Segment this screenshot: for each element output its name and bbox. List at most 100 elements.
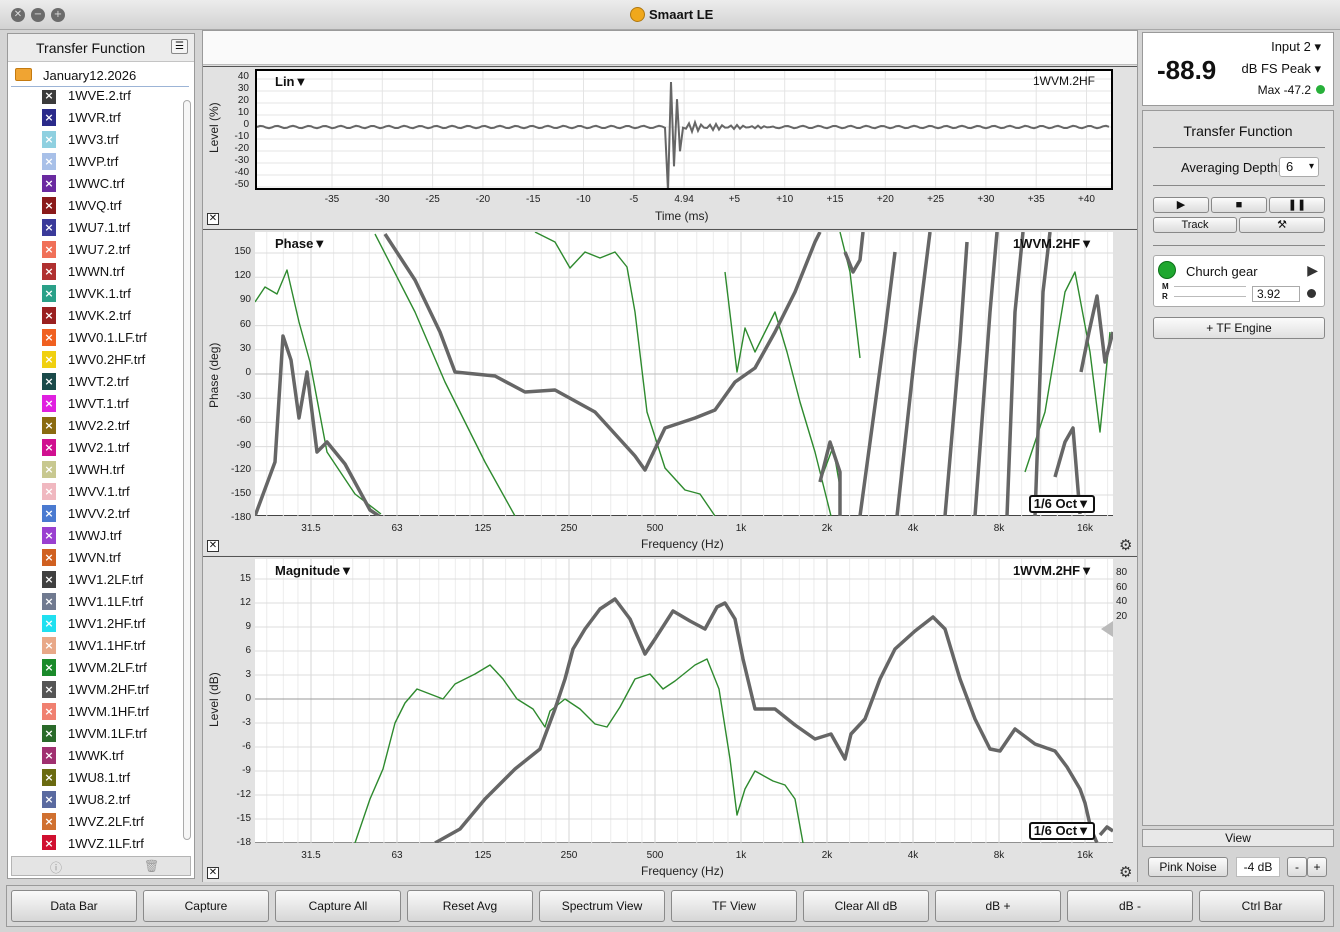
file-item[interactable]: × 1WV1.1HF.trf xyxy=(42,635,180,657)
averaging-select[interactable]: 6 ▾ xyxy=(1279,157,1319,177)
phase-trace-selector[interactable]: 1WVM.2HF▼ xyxy=(1013,236,1093,251)
generator-minus-button[interactable]: - xyxy=(1287,857,1307,877)
phase-plot[interactable]: Phase▼ 1WVM.2HF▼ 1/6 Oct▼ xyxy=(255,232,1113,516)
magnitude-title-selector[interactable]: Magnitude▼ xyxy=(275,563,353,578)
file-item[interactable]: × 1WV1.2LF.trf xyxy=(42,569,180,591)
file-item[interactable]: × 1WVK.2.trf xyxy=(42,305,180,327)
magnitude-smoothing-selector[interactable]: 1/6 Oct▼ xyxy=(1028,822,1095,840)
close-window-button[interactable]: ✕ xyxy=(11,8,25,22)
impulse-plot[interactable]: Lin▼ 1WVM.2HF xyxy=(255,69,1113,190)
file-item[interactable]: × 1WVQ.trf xyxy=(42,195,180,217)
file-item[interactable]: × 1WV0.1.LF.trf xyxy=(42,327,180,349)
pause-button[interactable]: ❚❚ xyxy=(1269,197,1325,213)
file-item[interactable]: × 1WWH.trf xyxy=(42,459,180,481)
impulse-y-tick: 40 xyxy=(237,71,249,82)
file-item[interactable]: × 1WU7.1.trf xyxy=(42,217,180,239)
command-button[interactable]: dB + xyxy=(935,890,1061,922)
file-item[interactable]: × 1WWJ.trf xyxy=(42,525,180,547)
file-item[interactable]: × 1WVZ.1LF.trf xyxy=(42,833,180,850)
file-item[interactable]: × 1WVV.1.trf xyxy=(42,481,180,503)
magnitude-plot[interactable]: Magnitude▼ 1WVM.2HF▼ 1/6 Oct▼ xyxy=(255,559,1113,843)
file-item[interactable]: × 1WVV.2.trf xyxy=(42,503,180,525)
file-item[interactable]: × 1WV2.1.trf xyxy=(42,437,180,459)
file-item[interactable]: × 1WVT.1.trf xyxy=(42,393,180,415)
magnitude-trace-name: 1WVM.2HF xyxy=(1012,563,1081,578)
file-item[interactable]: × 1WV0.2HF.trf xyxy=(42,349,180,371)
command-button[interactable]: Clear All dB xyxy=(803,890,929,922)
zoom-window-button[interactable]: + xyxy=(51,8,65,22)
file-item[interactable]: × 1WU8.1.trf xyxy=(42,767,180,789)
file-label: 1WWK.trf xyxy=(68,748,124,763)
file-item[interactable]: × 1WWC.trf xyxy=(42,173,180,195)
file-item[interactable]: × 1WV2.2.trf xyxy=(42,415,180,437)
info-icon[interactable]: ⓘ xyxy=(50,859,62,876)
close-magnitude-icon[interactable]: ✕ xyxy=(207,867,219,879)
file-item[interactable]: × 1WV3.trf xyxy=(42,129,180,151)
measurement-card[interactable]: Church gear ▶ M R 3.92 xyxy=(1153,255,1325,307)
trf-file-icon: × xyxy=(42,197,56,214)
file-item[interactable]: × 1WV1.1LF.trf xyxy=(42,591,180,613)
command-button[interactable]: dB - xyxy=(1067,890,1193,922)
magnitude-x-tick: 4k xyxy=(907,850,919,861)
file-item[interactable]: × 1WWN.trf xyxy=(42,261,180,283)
meter-unit-selector[interactable]: dB FS Peak ▾ xyxy=(1241,61,1321,77)
file-item[interactable]: × 1WVN.trf xyxy=(42,547,180,569)
magnitude-settings-gear-icon[interactable]: ⚙ xyxy=(1119,863,1132,881)
magnitude-y-tick: 15 xyxy=(239,573,251,584)
file-item[interactable]: × 1WVT.2.trf xyxy=(42,371,180,393)
play-button[interactable]: ▶ xyxy=(1153,197,1209,213)
phase-trace-name: 1WVM.2HF xyxy=(1012,236,1081,251)
coherence-handle-icon[interactable] xyxy=(1101,621,1113,637)
file-item[interactable]: × 1WV1.2HF.trf xyxy=(42,613,180,635)
measurement-on-icon[interactable] xyxy=(1158,261,1176,279)
magnitude-x-tick: 16k xyxy=(1076,850,1094,861)
file-item[interactable]: × 1WVM.2HF.trf xyxy=(42,679,180,701)
command-button[interactable]: Capture xyxy=(143,890,269,922)
track-button[interactable]: Track xyxy=(1153,217,1237,233)
impulse-x-tick: -20 xyxy=(475,194,491,205)
file-item[interactable]: × 1WVM.1HF.trf xyxy=(42,701,180,723)
phase-smoothing-selector[interactable]: 1/6 Oct▼ xyxy=(1028,495,1095,513)
file-label: 1WV2.2.trf xyxy=(68,418,130,433)
delay-finder-icon[interactable] xyxy=(1307,289,1316,298)
command-button[interactable]: Capture All xyxy=(275,890,401,922)
file-item[interactable]: × 1WVE.2.trf xyxy=(42,90,180,107)
scrollbar[interactable] xyxy=(182,90,192,850)
close-phase-icon[interactable]: ✕ xyxy=(207,540,219,552)
file-item[interactable]: × 1WVM.2LF.trf xyxy=(42,657,180,679)
delay-input[interactable]: 3.92 xyxy=(1252,286,1300,302)
file-label: 1WU8.1.trf xyxy=(68,770,131,785)
file-item[interactable]: × 1WU8.2.trf xyxy=(42,789,180,811)
magnitude-trace-selector[interactable]: 1WVM.2HF▼ xyxy=(1013,563,1093,578)
file-item[interactable]: × 1WVM.1LF.trf xyxy=(42,723,180,745)
list-menu-icon[interactable]: ☰ xyxy=(171,39,188,54)
file-item[interactable]: × 1WU7.2.trf xyxy=(42,239,180,261)
command-button[interactable]: Ctrl Bar xyxy=(1199,890,1325,922)
add-tf-engine-button[interactable]: + TF Engine xyxy=(1153,317,1325,339)
phase-title-selector[interactable]: Phase▼ xyxy=(275,236,326,251)
trash-icon[interactable]: 🗑 xyxy=(144,859,159,873)
generator-plus-button[interactable]: + xyxy=(1307,857,1327,877)
command-button[interactable]: Data Bar xyxy=(11,890,137,922)
folder-row[interactable]: January12.2026 xyxy=(11,65,189,87)
command-button[interactable]: Reset Avg xyxy=(407,890,533,922)
view-button[interactable]: View xyxy=(1142,829,1334,847)
minimize-window-button[interactable]: − xyxy=(31,8,45,22)
phase-settings-gear-icon[interactable]: ⚙ xyxy=(1119,536,1132,554)
file-item[interactable]: × 1WVK.1.trf xyxy=(42,283,180,305)
file-item[interactable]: × 1WVR.trf xyxy=(42,107,180,129)
tools-button[interactable]: ⚒ xyxy=(1239,217,1325,233)
command-button[interactable]: Spectrum View xyxy=(539,890,665,922)
close-impulse-icon[interactable]: ✕ xyxy=(207,213,219,225)
app-title-text: Smaart LE xyxy=(649,7,714,22)
input-selector[interactable]: Input 2 ▾ xyxy=(1271,39,1321,55)
measurement-play-icon[interactable]: ▶ xyxy=(1307,262,1318,279)
command-button[interactable]: TF View xyxy=(671,890,797,922)
file-item[interactable]: × 1WVZ.2LF.trf xyxy=(42,811,180,833)
pink-noise-button[interactable]: Pink Noise xyxy=(1148,857,1228,877)
trf-file-icon: × xyxy=(42,131,56,148)
impulse-mode-selector[interactable]: Lin▼ xyxy=(275,74,307,89)
file-item[interactable]: × 1WVP.trf xyxy=(42,151,180,173)
file-item[interactable]: × 1WWK.trf xyxy=(42,745,180,767)
stop-button[interactable]: ■ xyxy=(1211,197,1267,213)
